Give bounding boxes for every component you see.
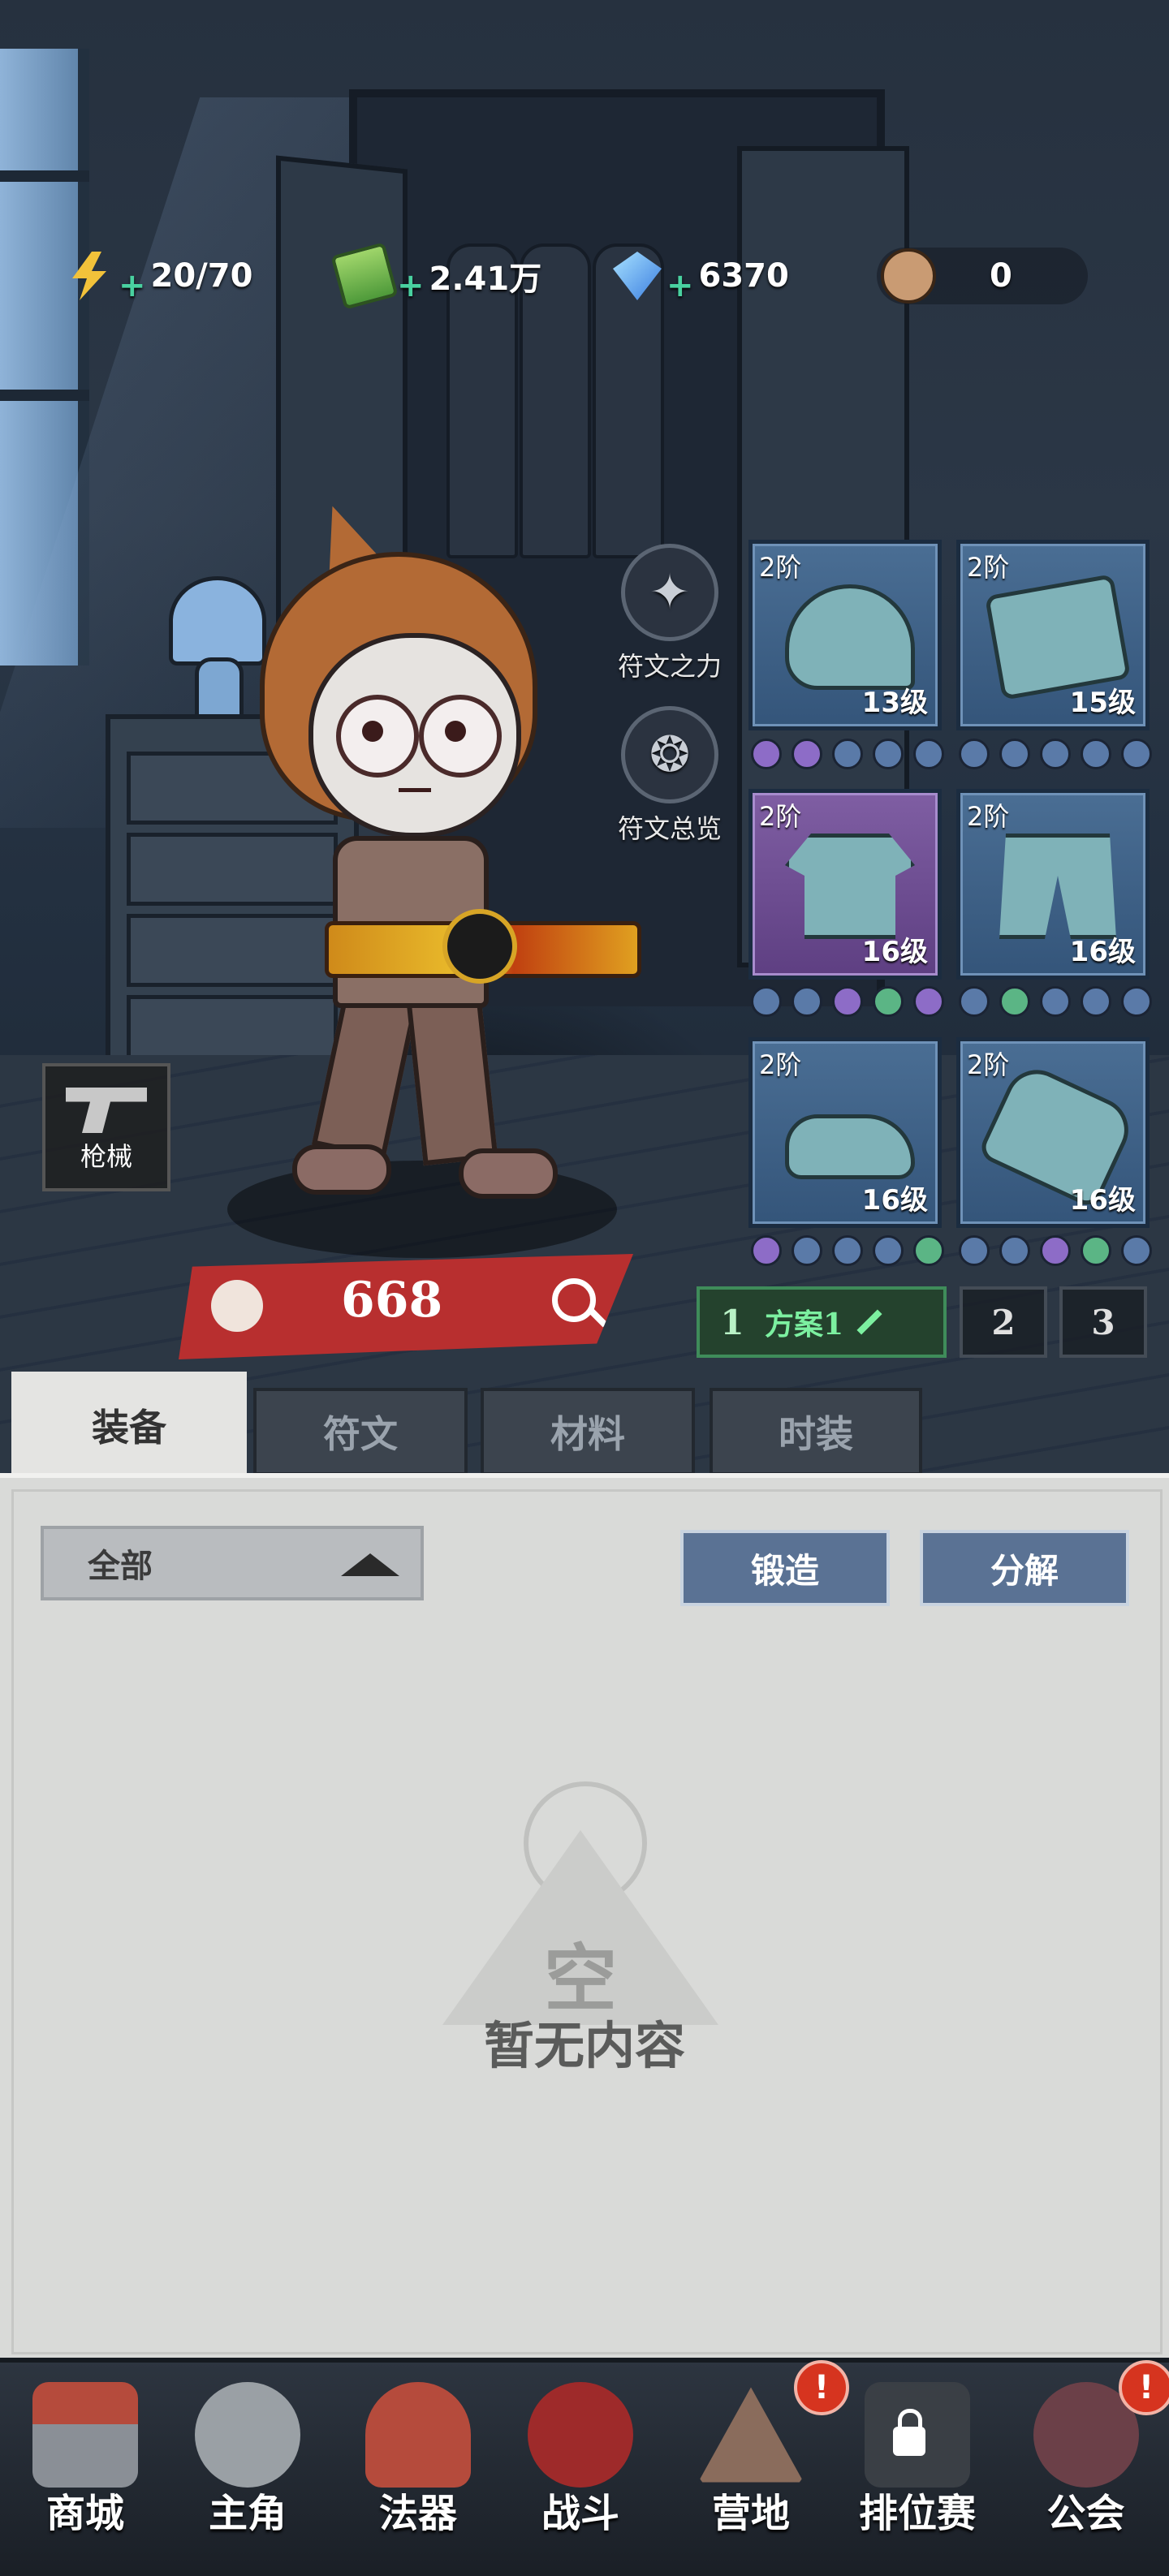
nav-shop[interactable]: 商城: [4, 2382, 166, 2561]
chevron-up-icon: [341, 1553, 399, 1576]
empty-state-message: 暂无内容: [483, 2016, 685, 2075]
gem-sockets: [751, 986, 944, 1017]
nav-battle[interactable]: 战斗: [499, 2382, 662, 2561]
shoes-icon: [785, 1114, 915, 1179]
nav-hero[interactable]: 主角: [166, 2382, 329, 2561]
battle-icon: [528, 2382, 633, 2488]
equip-slot-hat[interactable]: 2阶 13级: [748, 540, 942, 730]
gem-sockets: [959, 986, 1152, 1017]
gem-sockets: [959, 1235, 1152, 1266]
forge-button[interactable]: 锻造: [680, 1530, 890, 1606]
rune-overview-button[interactable]: ❂ 符文总览: [597, 706, 743, 846]
tab-fashion[interactable]: 时装: [710, 1388, 922, 1475]
diamond-icon: [613, 252, 662, 300]
lock-icon: [893, 2409, 925, 2456]
gem-sockets: [751, 1235, 944, 1266]
equip-slot-gloves[interactable]: 2阶 16级: [956, 1037, 1150, 1228]
rune-overview-icon: ❂: [649, 726, 691, 783]
cap-icon: [785, 584, 915, 690]
yin-yang-emblem: [442, 909, 517, 984]
tab-equipment[interactable]: 装备: [11, 1372, 247, 1479]
loadout-tab-3[interactable]: 3: [1059, 1286, 1147, 1358]
revolver-icon: [66, 1088, 147, 1133]
character-face-icon: [881, 248, 936, 304]
nav-magic-tools[interactable]: 法器: [337, 2382, 499, 2561]
combat-power-banner[interactable]: 668: [179, 1254, 633, 1359]
loadout-tab-2[interactable]: 2: [960, 1286, 1047, 1358]
pants-icon: [999, 834, 1116, 939]
hero-icon: [195, 2382, 300, 2488]
tab-runes[interactable]: 符文: [253, 1388, 468, 1475]
gem-sockets: [751, 739, 944, 769]
eye: [419, 695, 502, 778]
loadout-tab-1[interactable]: 1 方案1: [697, 1286, 947, 1358]
magnifier-icon[interactable]: [552, 1278, 596, 1322]
add-icon[interactable]: +: [666, 267, 694, 304]
equip-slot-shoes[interactable]: 2阶 16级: [748, 1037, 942, 1228]
shop-icon: [32, 2382, 138, 2488]
add-icon[interactable]: +: [119, 267, 146, 304]
gem-sockets: [959, 739, 1152, 769]
rune-power-button[interactable]: ✦ 符文之力: [597, 544, 743, 683]
cash-stack-icon: [330, 242, 399, 310]
alert-badge-icon: !: [1119, 2360, 1169, 2415]
rune-power-icon: ✦: [649, 564, 691, 621]
equip-slot-pants[interactable]: 2阶 16级: [956, 789, 1150, 980]
inventory-tabs: 装备 符文 材料 时装: [0, 1372, 1169, 1479]
player-character[interactable]: [244, 492, 641, 1234]
tab-materials[interactable]: 材料: [481, 1388, 695, 1475]
equip-slot-armor[interactable]: 2阶 15级: [956, 540, 1150, 730]
filter-dropdown[interactable]: 全部: [41, 1526, 424, 1600]
gem-resource[interactable]: + 6370: [613, 243, 789, 308]
pencil-icon[interactable]: [856, 1309, 882, 1335]
dismantle-button[interactable]: 分解: [920, 1530, 1129, 1606]
energy-resource[interactable]: + 20/70: [65, 243, 252, 308]
magic-tool-icon: [365, 2382, 471, 2488]
cash-resource[interactable]: + 2.41万: [330, 242, 541, 310]
avatar-resource[interactable]: 0: [881, 243, 1012, 308]
alert-badge-icon: !: [794, 2360, 849, 2415]
add-icon[interactable]: +: [397, 267, 425, 304]
energy-bolt-icon: [72, 252, 106, 300]
fist-icon: [211, 1280, 263, 1332]
empty-tag-icon: 空: [442, 1781, 718, 2025]
eye: [336, 695, 419, 778]
nav-ranked[interactable]: 排位赛: [836, 2382, 999, 2561]
equip-slot-shirt[interactable]: 2阶 16级: [748, 789, 942, 980]
weapon-category-button[interactable]: 枪械: [42, 1063, 170, 1191]
shirt-icon: [785, 834, 915, 939]
camp-icon: [698, 2387, 804, 2483]
